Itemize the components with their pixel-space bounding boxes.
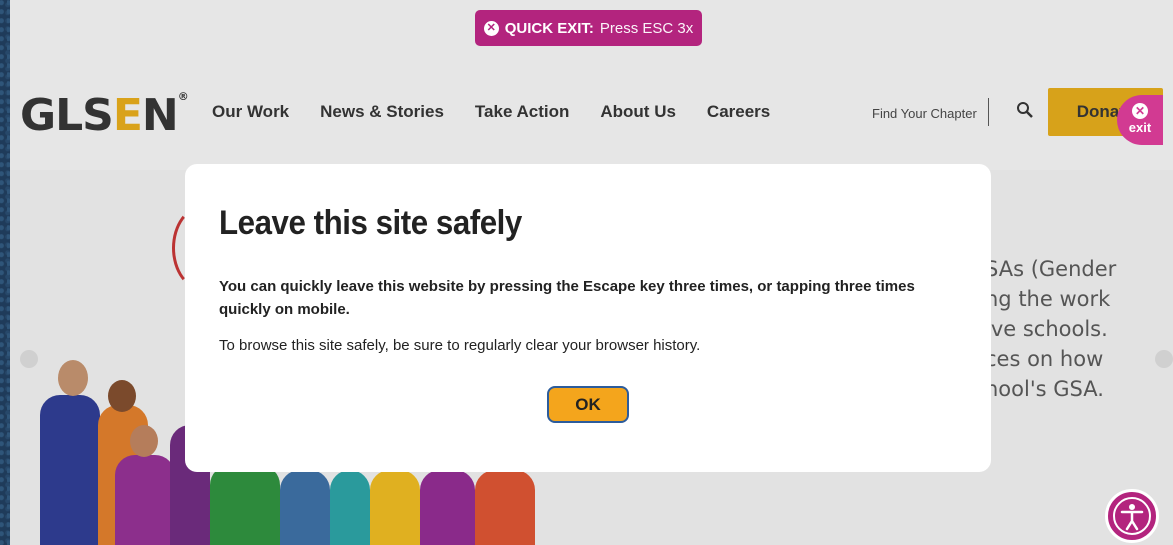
accessibility-button[interactable] — [1105, 489, 1159, 543]
modal-title: Leave this site safely — [219, 204, 522, 242]
accessibility-icon — [1113, 497, 1151, 535]
modal-history-text: To browse this site safely, be sure to r… — [219, 337, 701, 354]
ok-button[interactable]: OK — [547, 386, 629, 423]
modal-escape-text: You can quickly leave this website by pr… — [219, 278, 915, 318]
safety-modal: Leave this site safely You can quickly l… — [185, 164, 991, 472]
